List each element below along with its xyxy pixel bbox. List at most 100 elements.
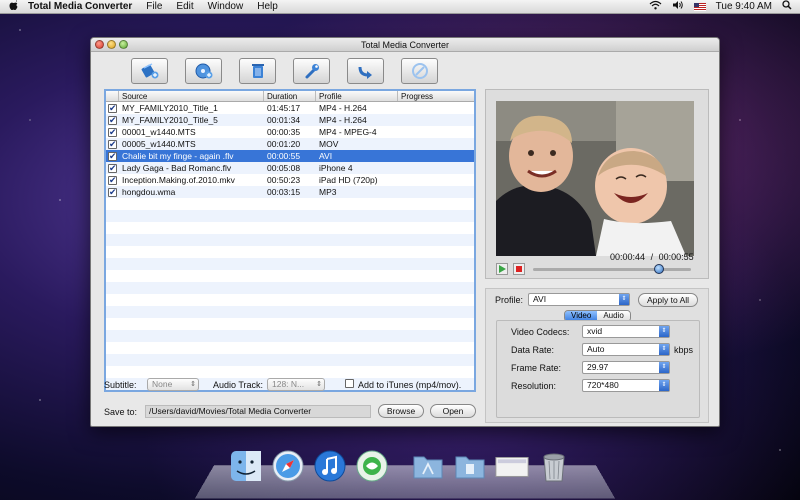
empty-row [106, 270, 474, 282]
file-row-checkbox[interactable] [108, 175, 117, 185]
spotlight-icon[interactable] [782, 0, 792, 13]
subtitle-value: None [152, 379, 173, 389]
minimize-window-button[interactable] [107, 40, 116, 49]
file-row-checkbox[interactable] [108, 187, 117, 197]
file-row-checkbox[interactable] [108, 139, 117, 149]
save-to-label: Save to: [104, 407, 138, 417]
column-duration[interactable]: Duration [264, 91, 316, 101]
add-video-button[interactable] [131, 58, 168, 84]
empty-row [106, 330, 474, 342]
apple-icon[interactable] [0, 0, 28, 14]
window-title: Total Media Converter [360, 40, 450, 50]
file-row[interactable]: Chalie bit my finge - again .flv 00:00:55… [106, 150, 474, 162]
empty-row [106, 354, 474, 366]
menubar-clock[interactable]: Tue 9:40 AM [716, 1, 772, 12]
video-codecs-select[interactable]: xvid ⇕ [582, 325, 670, 338]
file-row-checkbox[interactable] [108, 163, 117, 173]
chevron-updown-icon: ⇕ [659, 362, 669, 373]
file-row-checkbox[interactable] [108, 103, 117, 113]
empty-row [106, 258, 474, 270]
frame-rate-select[interactable]: 29.97 ⇕ [582, 361, 670, 374]
volume-icon[interactable] [672, 0, 684, 13]
window-titlebar[interactable]: Total Media Converter [91, 38, 719, 52]
file-list[interactable]: Source Duration Profile Progress MY_FAMI… [104, 89, 476, 392]
audio-track-select[interactable]: 128: N... ⇕ [267, 378, 325, 391]
zoom-window-button[interactable] [119, 40, 128, 49]
column-progress[interactable]: Progress [398, 91, 474, 101]
add-dvd-button[interactable] [185, 58, 222, 84]
empty-row [106, 306, 474, 318]
delete-button[interactable] [239, 58, 276, 84]
itunes-icon[interactable] [312, 448, 348, 484]
file-profile: MP4 - H.264 [319, 115, 367, 125]
wifi-icon[interactable] [649, 0, 662, 13]
convert-button[interactable] [347, 58, 384, 84]
file-source: 00005_w1440.MTS [122, 139, 196, 149]
screen-icon[interactable] [494, 448, 530, 484]
documents-folder-icon[interactable] [452, 448, 488, 484]
file-duration: 00:00:35 [267, 127, 301, 137]
file-row-checkbox[interactable] [108, 115, 117, 125]
save-path-field[interactable]: /Users/david/Movies/Total Media Converte… [145, 405, 371, 418]
video-settings-box: Video Codecs: xvid ⇕ Data Rate: Auto ⇕ k… [496, 320, 700, 418]
file-duration: 00:00:55 [267, 151, 301, 161]
browse-button[interactable]: Browse [378, 404, 424, 418]
chevron-updown-icon: ⇕ [316, 381, 322, 388]
file-row[interactable]: Inception.Making.of.2010.mkv 00:50:23 iPad… [106, 174, 474, 186]
file-source: MY_FAMILY2010_Title_5 [122, 115, 218, 125]
close-window-button[interactable] [95, 40, 104, 49]
menu-app-name[interactable]: Total Media Converter [28, 1, 132, 12]
settings-button[interactable] [293, 58, 330, 84]
file-row[interactable]: hongdou.wma 00:03:15 MP3 [106, 186, 474, 198]
menu-edit[interactable]: Edit [176, 1, 193, 12]
open-button[interactable]: Open [430, 404, 476, 418]
menu-file[interactable]: File [146, 1, 162, 12]
menu-help[interactable]: Help [257, 1, 278, 12]
file-row-checkbox[interactable] [108, 127, 117, 137]
preview-panel: 00:00:44 / 00:00:55 [485, 89, 709, 279]
itunes-checkbox[interactable] [345, 379, 354, 388]
column-profile[interactable]: Profile [316, 91, 398, 101]
safari-icon[interactable] [270, 448, 306, 484]
file-row[interactable]: Lady Gaga - Bad Romanc.flv 00:05:08 iPhone… [106, 162, 474, 174]
file-profile: MOV [319, 139, 339, 149]
data-rate-select[interactable]: Auto ⇕ [582, 343, 670, 356]
apply-to-all-button[interactable]: Apply to All [638, 293, 698, 307]
file-row[interactable]: MY_FAMILY2010_Title_5 00:01:34 MP4 - H.264 [106, 114, 474, 126]
file-row[interactable]: 00005_w1440.MTS 00:01:20 MOV [106, 138, 474, 150]
itunes-label: Add to iTunes (mp4/mov). [358, 380, 462, 390]
empty-row [106, 294, 474, 306]
column-source[interactable]: Source [119, 91, 264, 101]
trash-icon[interactable] [536, 448, 572, 484]
finder-icon[interactable] [228, 448, 264, 484]
file-row[interactable]: MY_FAMILY2010_Title_1 01:45:17 MP4 - H.264 [106, 102, 474, 114]
total-media-converter-icon[interactable] [354, 448, 390, 484]
video-preview[interactable] [496, 101, 694, 256]
chevron-updown-icon: ⇕ [659, 344, 669, 355]
profile-select[interactable]: AVI ⇕ [528, 293, 630, 306]
file-duration: 00:05:08 [267, 163, 301, 173]
seek-slider[interactable] [533, 264, 691, 274]
play-button[interactable] [496, 263, 508, 277]
stop-playback-button[interactable] [513, 263, 525, 277]
empty-row [106, 366, 474, 378]
playback-controls: 00:00:44 / 00:00:55 [496, 252, 696, 278]
flag-icon[interactable] [693, 2, 706, 11]
applications-folder-icon[interactable] [410, 448, 446, 484]
stop-icon [411, 63, 428, 79]
file-row[interactable]: 00001_w1440.MTS 00:00:35 MP4 - MPEG-4 [106, 126, 474, 138]
seek-slider-knob[interactable] [654, 264, 665, 274]
stop-button[interactable] [401, 58, 438, 84]
subtitle-select[interactable]: None ⇕ [147, 378, 199, 391]
file-duration: 00:01:20 [267, 139, 301, 149]
file-row-checkbox[interactable] [108, 151, 117, 161]
empty-row [106, 210, 474, 222]
resolution-select[interactable]: 720*480 ⇕ [582, 379, 670, 392]
convert-arrow-icon [358, 66, 372, 79]
file-duration: 00:50:23 [267, 175, 301, 185]
menu-window[interactable]: Window [208, 1, 244, 12]
time-separator: / [650, 252, 654, 262]
file-duration: 01:45:17 [267, 103, 301, 113]
frame-rate-value: 29.97 [587, 362, 609, 372]
data-rate-label: Data Rate: [511, 345, 555, 355]
